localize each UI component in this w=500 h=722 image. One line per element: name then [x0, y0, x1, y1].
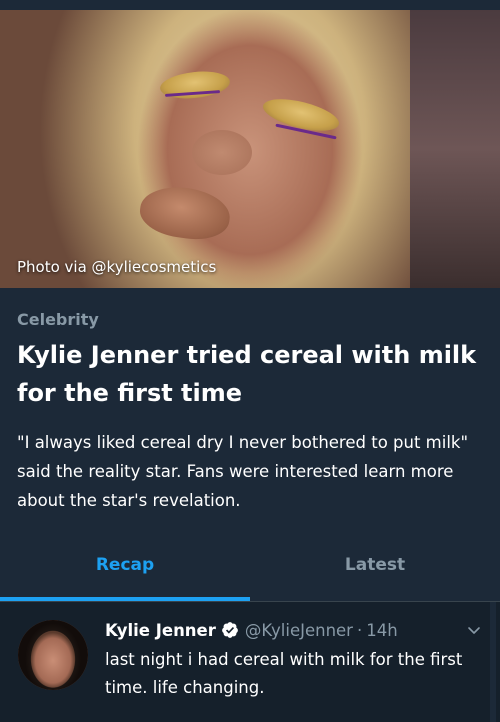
tweet-separator: · [356, 620, 363, 640]
avatar-hair [18, 620, 88, 690]
tweet-actions [105, 712, 445, 722]
eyeshadow-left [158, 68, 232, 102]
nose-shape [192, 130, 252, 175]
scrollbar[interactable] [490, 602, 496, 722]
photo-caption: Photo via @kyliecosmetics [17, 258, 217, 276]
hero-photo[interactable]: Photo via @kyliecosmetics [0, 10, 500, 288]
tweet-author-name[interactable]: Kylie Jenner [105, 621, 216, 640]
reply-icon[interactable] [105, 712, 125, 722]
like-icon[interactable] [318, 712, 338, 722]
verified-badge-icon [221, 621, 239, 639]
tweet-card[interactable]: Kylie Jenner @KylieJenner · 14h last nig… [0, 602, 500, 722]
tab-recap[interactable]: Recap [0, 555, 250, 575]
hero-background [410, 10, 500, 288]
share-icon[interactable] [425, 712, 445, 722]
tweet-timestamp[interactable]: 14h [366, 621, 397, 640]
retweet-icon[interactable] [212, 712, 232, 722]
article-category[interactable]: Celebrity [17, 310, 99, 329]
tweet-author-handle[interactable]: @KylieJenner [245, 621, 353, 640]
avatar[interactable] [18, 620, 88, 690]
top-bar [0, 0, 500, 10]
tweet-text: last night i had cereal with milk for th… [105, 650, 463, 697]
article-summary: "I always liked cereal dry I never bothe… [17, 433, 469, 510]
tweet-header: Kylie Jenner @KylieJenner · 14h [105, 618, 398, 642]
article-card: Celebrity Kylie Jenner tried cereal with… [0, 288, 500, 528]
tab-latest[interactable]: Latest [250, 555, 500, 575]
chevron-down-icon[interactable] [466, 622, 482, 638]
tab-bar: Recap Latest [0, 528, 500, 602]
article-headline: Kylie Jenner tried cereal with milk for … [17, 341, 477, 407]
lips-shape [136, 181, 234, 245]
